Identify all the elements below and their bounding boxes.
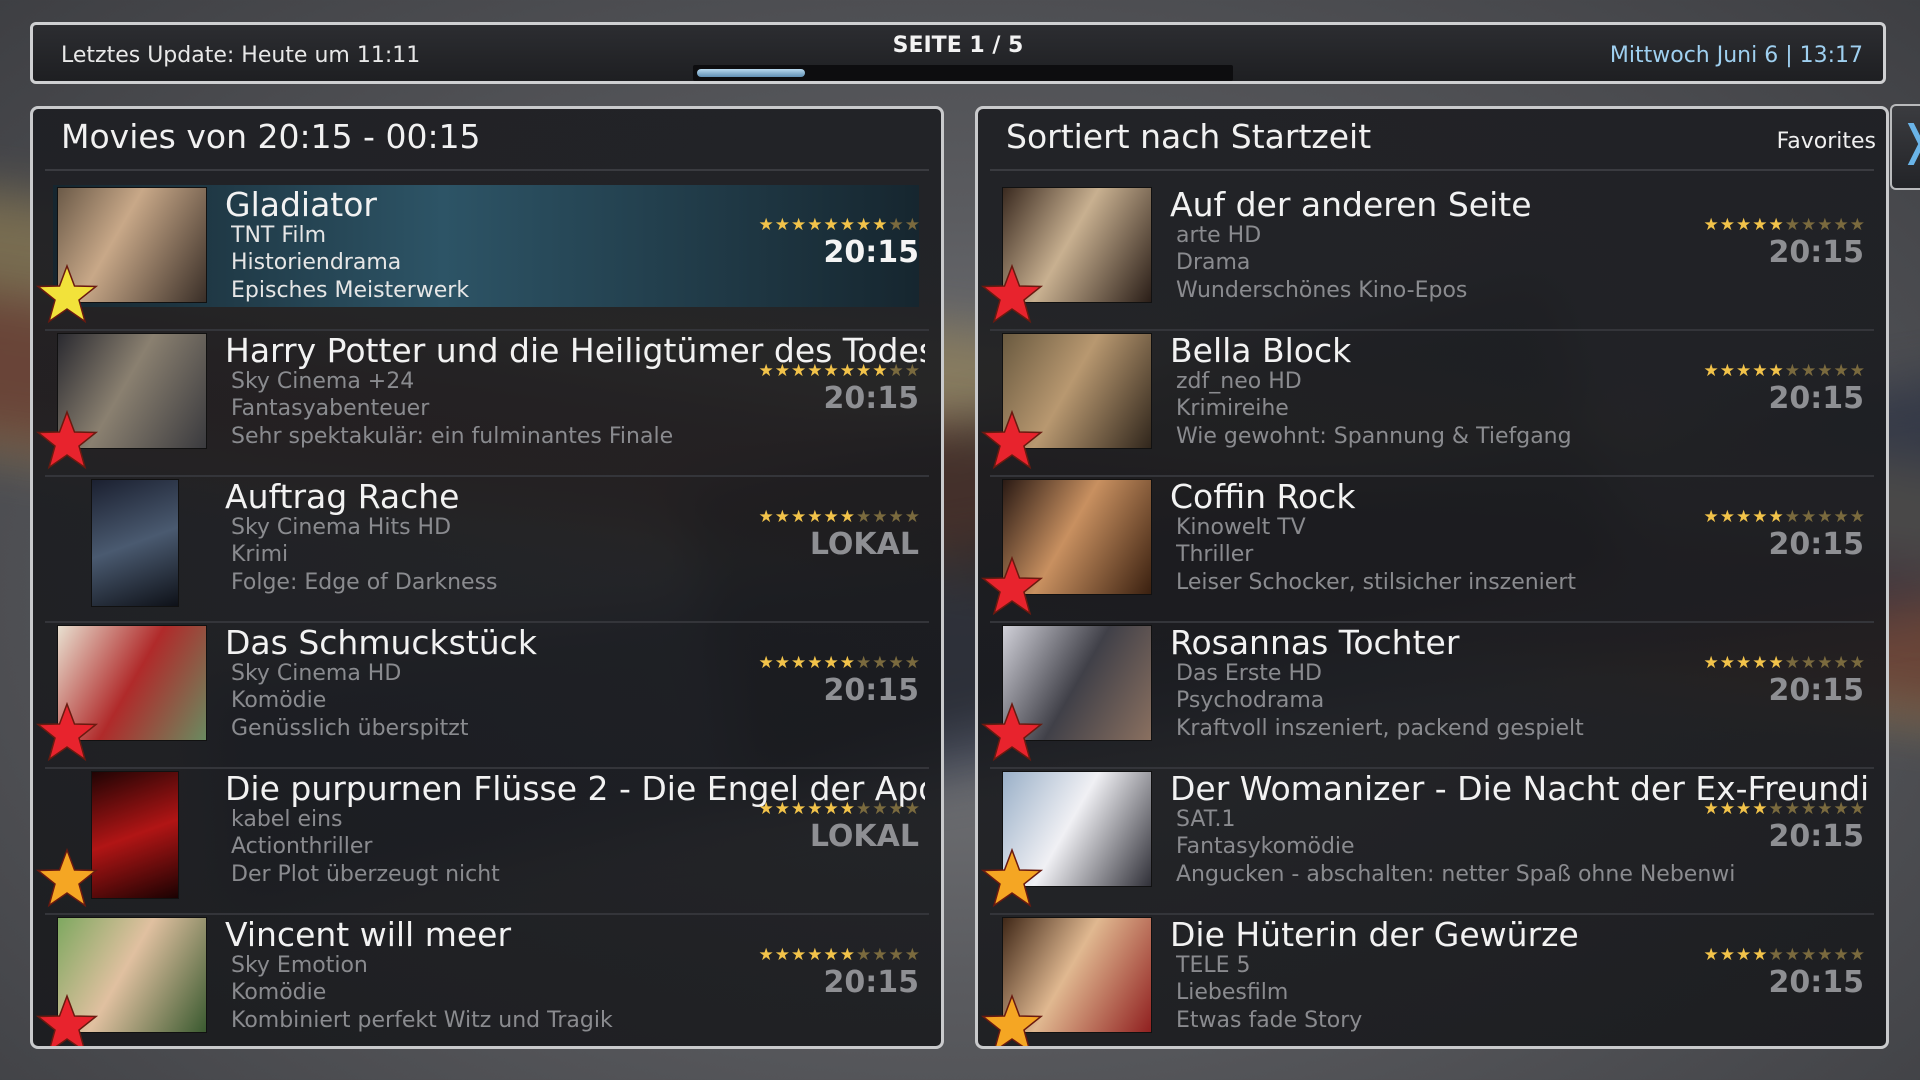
date-time: Mittwoch Juni 6 | 13:17 (1609, 43, 1863, 68)
rating-stars: ★★★★★★★★★★ (1703, 507, 1866, 527)
top-status-bar: Letztes Update: Heute um 11:11 SEITE 1 /… (30, 22, 1886, 84)
list-item[interactable]: Auf der anderen Seite arte HD Drama Wunders… (978, 185, 1886, 331)
start-time: 20:15 (1768, 381, 1865, 416)
list-item[interactable]: Das Schmuckstück Sky Cinema HD Komödie Genü… (33, 623, 941, 769)
channel-name: Sky Cinema +24 (231, 369, 415, 394)
list-item[interactable]: Harry Potter und die Heiligtümer des Tod… (33, 331, 941, 477)
movie-genre: Fantasyabenteuer (231, 396, 430, 421)
movie-genre: Liebesfilm (1176, 980, 1289, 1005)
channel-name: Sky Emotion (231, 953, 368, 978)
movie-description: Genüsslich überspitzt (231, 716, 469, 741)
movie-description: Wunderschönes Kino-Epos (1176, 278, 1468, 303)
start-time: 20:15 (1768, 673, 1865, 708)
list-item[interactable]: Der Womanizer - Die Nacht der Ex-Freundi… (978, 769, 1886, 915)
list-item[interactable]: Die Hüterin der Gewürze TELE 5 Liebesfilm E… (978, 915, 1886, 1046)
movie-genre: Drama (1176, 250, 1251, 275)
start-time: LOKAL (809, 819, 919, 854)
page-progress-bar (693, 65, 1233, 81)
channel-name: Sky Cinema Hits HD (231, 515, 452, 540)
panel-title: Movies von 20:15 - 00:15 (61, 117, 481, 156)
favorite-star-icon (980, 409, 1044, 473)
start-time: 20:15 (823, 673, 920, 708)
start-time: 20:15 (1768, 235, 1865, 270)
start-time: 20:15 (823, 381, 920, 416)
movie-description: Leiser Schocker, stilsicher inszeniert (1176, 570, 1576, 595)
favorite-star-icon (35, 409, 99, 473)
channel-name: arte HD (1176, 223, 1262, 248)
channel-name: SAT.1 (1176, 807, 1236, 832)
favorites-filter[interactable]: Favorites (1777, 129, 1876, 154)
movie-poster (91, 771, 179, 899)
movie-genre: Fantasykomödie (1176, 834, 1355, 859)
start-time: 20:15 (823, 965, 920, 1000)
start-time: 20:15 (1768, 965, 1865, 1000)
rating-stars: ★★★★★★★★★★ (758, 799, 921, 819)
movie-genre: Krimi (231, 542, 289, 567)
left-movie-panel: Movies von 20:15 - 00:15 Gladiator TNT Fi… (30, 106, 944, 1049)
movie-description: Kombiniert perfekt Witz und Tragik (231, 1008, 613, 1033)
rating-stars: ★★★★★★★★★★ (1703, 799, 1866, 819)
next-page-tab[interactable]: ❭ (1890, 104, 1920, 190)
movie-genre: Psychodrama (1176, 688, 1325, 713)
movie-description: Kraftvoll inszeniert, packend gespielt (1176, 716, 1584, 741)
movie-description: Wie gewohnt: Spannung & Tiefgang (1176, 424, 1572, 449)
divider (45, 169, 929, 171)
rating-stars: ★★★★★★★★★★ (758, 945, 921, 965)
rating-stars: ★★★★★★★★★★ (758, 215, 921, 235)
movie-genre: Komödie (231, 688, 327, 713)
movie-genre: Thriller (1176, 542, 1254, 567)
list-item[interactable]: Coffin Rock Kinowelt TV Thriller Leiser Sch… (978, 477, 1886, 623)
rating-stars: ★★★★★★★★★★ (1703, 653, 1866, 673)
rating-stars: ★★★★★★★★★★ (1703, 361, 1866, 381)
channel-name: Sky Cinema HD (231, 661, 402, 686)
list-item[interactable]: Vincent will meer Sky Emotion Komödie Kombi… (33, 915, 941, 1046)
movie-genre: Krimireihe (1176, 396, 1289, 421)
channel-name: Kinowelt TV (1176, 515, 1306, 540)
channel-name: TELE 5 (1176, 953, 1251, 978)
right-movie-panel: Sortiert nach Startzeit Favorites Auf de… (975, 106, 1889, 1049)
movie-description: Folge: Edge of Darkness (231, 570, 498, 595)
favorite-star-icon (35, 847, 99, 911)
channel-name: kabel eins (231, 807, 343, 832)
favorite-star-icon (980, 847, 1044, 911)
page-indicator: SEITE 1 / 5 (892, 33, 1024, 58)
list-item[interactable]: Die purpurnen Flüsse 2 - Die Engel der A… (33, 769, 941, 915)
list-item[interactable]: Gladiator TNT Film Historiendrama Episches … (33, 185, 941, 331)
favorite-star-icon (980, 263, 1044, 327)
start-time: 20:15 (823, 235, 920, 270)
channel-name: Das Erste HD (1176, 661, 1322, 686)
list-item[interactable]: Auftrag Rache Sky Cinema Hits HD Krimi Folg… (33, 477, 941, 623)
channel-name: zdf_neo HD (1176, 369, 1302, 394)
rating-stars: ★★★★★★★★★★ (1703, 215, 1866, 235)
favorite-star-icon (980, 993, 1044, 1046)
chevron-right-icon: ❭ (1898, 120, 1920, 162)
rating-stars: ★★★★★★★★★★ (1703, 945, 1866, 965)
rating-stars: ★★★★★★★★★★ (758, 653, 921, 673)
start-time: LOKAL (809, 527, 919, 562)
movie-genre: Komödie (231, 980, 327, 1005)
movie-genre: Actionthriller (231, 834, 373, 859)
start-time: 20:15 (1768, 527, 1865, 562)
rating-stars: ★★★★★★★★★★ (758, 361, 921, 381)
favorite-star-icon (35, 993, 99, 1046)
movie-description: Angucken - abschalten: netter Spaß ohne … (1176, 862, 1736, 887)
favorite-star-icon (35, 263, 99, 327)
favorite-star-icon (35, 701, 99, 765)
movie-genre: Historiendrama (231, 250, 402, 275)
page-progress-fill (697, 69, 805, 77)
channel-name: TNT Film (231, 223, 327, 248)
panel-title: Sortiert nach Startzeit (1006, 117, 1372, 156)
rating-stars: ★★★★★★★★★★ (758, 507, 921, 527)
start-time: 20:15 (1768, 819, 1865, 854)
movie-description: Sehr spektakulär: ein fulminantes Finale (231, 424, 674, 449)
list-item[interactable]: Bella Block zdf_neo HD Krimireihe Wie gewoh… (978, 331, 1886, 477)
favorite-star-icon (980, 555, 1044, 619)
movie-description: Etwas fade Story (1176, 1008, 1363, 1033)
movie-poster (91, 479, 179, 607)
divider (990, 169, 1874, 171)
movie-description: Episches Meisterwerk (231, 278, 470, 303)
list-item[interactable]: Rosannas Tochter Das Erste HD Psychodrama K… (978, 623, 1886, 769)
favorite-star-icon (980, 701, 1044, 765)
movie-description: Der Plot überzeugt nicht (231, 862, 500, 887)
